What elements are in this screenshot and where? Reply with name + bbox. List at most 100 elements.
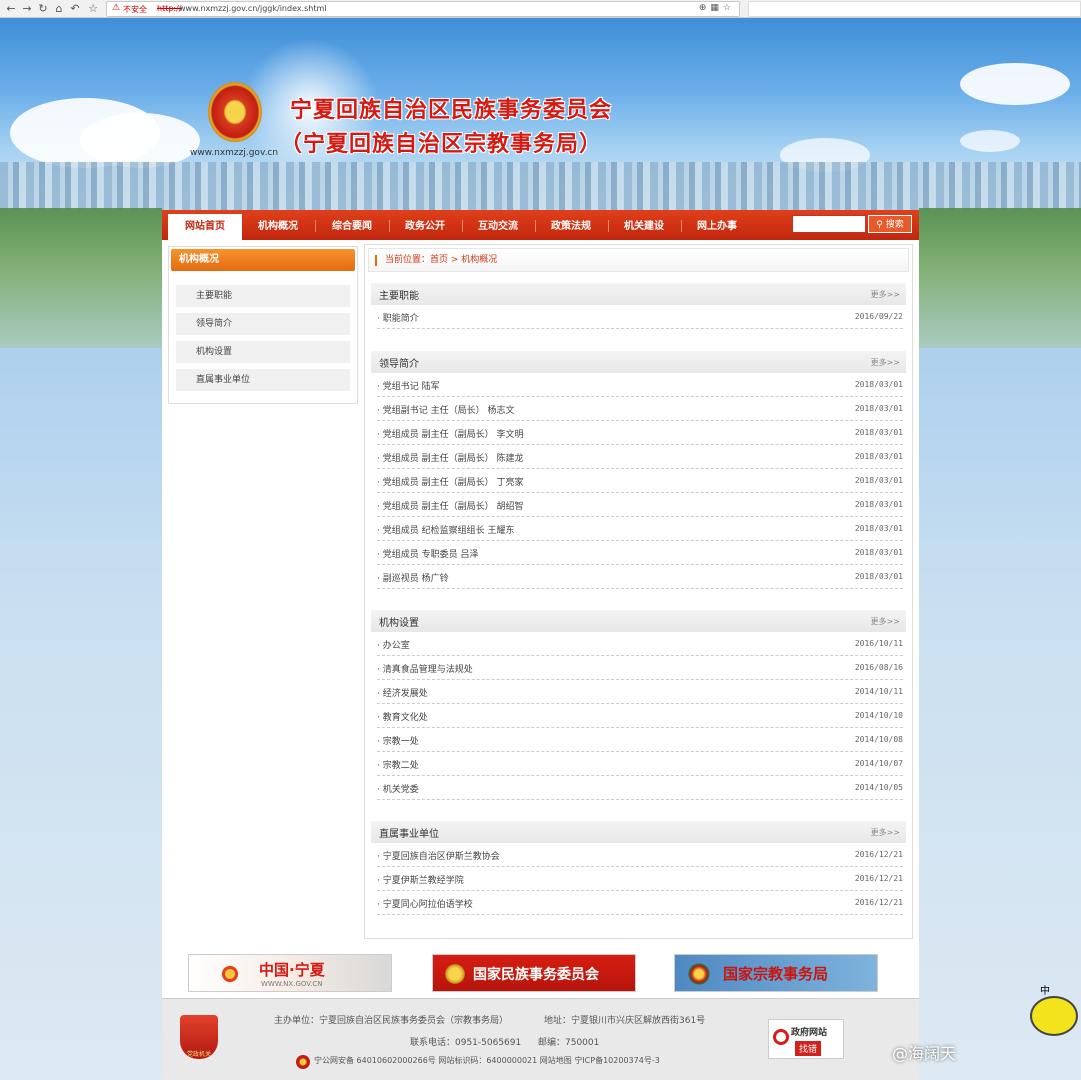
weibo-watermark: @海阔天	[892, 1044, 957, 1063]
party-govt-badge-icon[interactable]: 党政机关	[180, 1015, 218, 1059]
browser-side-box[interactable]	[748, 1, 1081, 17]
list-item[interactable]: 党组成员 副主任（副局长） 丁亮家 2018/03/01	[377, 469, 903, 493]
list-item[interactable]: 宁夏回族自治区伊斯兰教协会 2016/12/21	[377, 843, 903, 867]
more-link[interactable]: 更多>>	[871, 827, 900, 838]
list-item[interactable]: 清真食品管理与法规处 2016/08/16	[377, 656, 903, 680]
link-banner-nx-gov[interactable]: 中国·宁夏 WWW.NX.GOV.CN	[188, 954, 392, 992]
list-item-date: 2014/10/11	[854, 687, 903, 696]
footer-address: 地址：宁夏银川市兴庆区解放西街361号	[544, 1016, 706, 1026]
list-item-date: 2018/03/01	[854, 452, 903, 461]
nav-interaction[interactable]: 互动交流	[464, 210, 532, 240]
list-item[interactable]: 办公室 2016/10/11	[377, 632, 903, 656]
emblem-icon	[443, 962, 467, 986]
list-item-title[interactable]: 职能简介	[377, 311, 419, 324]
list-item-title[interactable]: 党组成员 专职委员 吕泽	[377, 547, 479, 560]
nav-home[interactable]: 网站首页	[168, 214, 242, 240]
nav-divider	[462, 220, 463, 232]
list-item[interactable]: 副巡视员 杨广铃 2018/03/01	[377, 565, 903, 589]
list-item-date: 2014/10/07	[854, 759, 903, 768]
reload-icon[interactable]: ↻	[36, 2, 50, 16]
list-item-title[interactable]: 宁夏伊斯兰教经学院	[377, 873, 464, 886]
list-item[interactable]: 宁夏同心阿拉伯语学校 2016/12/21	[377, 891, 903, 915]
nav-organ-building[interactable]: 机关建设	[610, 210, 678, 240]
search-button[interactable]: ⚲ 搜索	[868, 215, 912, 233]
sara-logo-icon	[687, 962, 711, 986]
list-item-title[interactable]: 党组成员 纪检监察组组长 王耀东	[377, 523, 515, 536]
list-item-title[interactable]: 清真食品管理与法规处	[377, 662, 473, 675]
list-item[interactable]: 教育文化处 2014/10/10	[377, 704, 903, 728]
list-item-title[interactable]: 宗教一处	[377, 734, 419, 747]
sidebar-item-leaders[interactable]: 领导简介	[176, 313, 350, 335]
link-banner-title: 中国·宁夏	[259, 961, 325, 979]
sidebar-item-affiliated[interactable]: 直属事业单位	[176, 369, 350, 391]
section-header: 主要职能 更多>>	[371, 283, 906, 305]
list-item-date: 2016/12/21	[854, 874, 903, 883]
browser-toolbar: ← → ↻ ⌂ ↶ ☆ ⚠ 不安全 http:// www.nxmzzj.gov…	[0, 0, 1081, 18]
list-item[interactable]: 党组副书记 主任（局长） 杨志文 2018/03/01	[377, 397, 903, 421]
undo-icon[interactable]: ↶	[68, 2, 82, 16]
bookmark-star-icon[interactable]: ☆	[86, 2, 100, 16]
list-item[interactable]: 党组成员 副主任（副局长） 胡绍智 2018/03/01	[377, 493, 903, 517]
list-item[interactable]: 党组成员 专职委员 吕泽 2018/03/01	[377, 541, 903, 565]
list-item[interactable]: 宁夏伊斯兰教经学院 2016/12/21	[377, 867, 903, 891]
more-link[interactable]: 更多>>	[871, 357, 900, 368]
back-icon[interactable]: ←	[4, 2, 18, 16]
sidebar: 机构概况 主要职能 领导简介 机构设置 直属事业单位	[168, 246, 358, 404]
list-item[interactable]: 宗教一处 2014/10/08	[377, 728, 903, 752]
nav-online-service[interactable]: 网上办事	[683, 210, 751, 240]
list-item-date: 2018/03/01	[854, 500, 903, 509]
list-item-title[interactable]: 党组成员 副主任（副局长） 李文明	[377, 427, 524, 440]
list-item-date: 2018/03/01	[854, 524, 903, 533]
forward-icon[interactable]: →	[20, 2, 34, 16]
list-item[interactable]: 党组成员 纪检监察组组长 王耀东 2018/03/01	[377, 517, 903, 541]
gov-site-error-button[interactable]: 政府网站 找错	[768, 1019, 844, 1059]
list-item-title[interactable]: 党组成员 副主任（副局长） 胡绍智	[377, 499, 524, 512]
list-item[interactable]: 职能简介 2016/09/22	[377, 305, 903, 329]
address-bar[interactable]: ⚠ 不安全 http:// www.nxmzzj.gov.cn/jggk/ind…	[106, 1, 740, 17]
list-item-title[interactable]: 党组副书记 主任（局长） 杨志文	[377, 403, 515, 416]
list-item-title[interactable]: 党组成员 副主任（副局长） 丁亮家	[377, 475, 524, 488]
footer-registration: 宁公网安备 64010602000266号 网站标识码：6400000021 网…	[314, 1056, 660, 1065]
nav-divider	[315, 220, 316, 232]
list-item[interactable]: 党组书记 陆军 2018/03/01	[377, 373, 903, 397]
list-item-title[interactable]: 机关党委	[377, 782, 419, 795]
nav-public-affairs[interactable]: 政务公开	[391, 210, 459, 240]
nav-policies[interactable]: 政策法规	[537, 210, 605, 240]
sidebar-item-functions[interactable]: 主要职能	[176, 285, 350, 307]
list-item-date: 2018/03/01	[854, 572, 903, 581]
landscape-right	[919, 208, 1081, 348]
nav-news[interactable]: 综合要闻	[318, 210, 386, 240]
nav-divider	[681, 220, 682, 232]
search-input[interactable]	[792, 215, 866, 233]
city-skyline	[0, 162, 1081, 210]
list-item-title[interactable]: 宁夏同心阿拉伯语学校	[377, 897, 473, 910]
list-item[interactable]: 经济发展处 2014/10/11	[377, 680, 903, 704]
sidebar-item-structure[interactable]: 机构设置	[176, 341, 350, 363]
link-banner-seac[interactable]: 国家民族事务委员会	[432, 954, 636, 992]
footer-zip: 邮编：750001	[538, 1038, 600, 1048]
list-item-title[interactable]: 经济发展处	[377, 686, 428, 699]
list-item[interactable]: 机关党委 2014/10/05	[377, 776, 903, 800]
nav-divider	[608, 220, 609, 232]
nav-about[interactable]: 机构概况	[244, 210, 312, 240]
list-item[interactable]: 党组成员 副主任（副局长） 陈建龙 2018/03/01	[377, 445, 903, 469]
list-item[interactable]: 宗教二处 2014/10/07	[377, 752, 903, 776]
section-functions: 主要职能 更多>> 职能简介 2016/09/22	[371, 283, 906, 331]
list-item-title[interactable]: 办公室	[377, 638, 410, 651]
list-item-title[interactable]: 党组成员 副主任（副局长） 陈建龙	[377, 451, 524, 464]
list-item-title[interactable]: 宗教二处	[377, 758, 419, 771]
address-bar-icons[interactable]: ⊕▦☆	[699, 3, 735, 13]
list-item-date: 2018/03/01	[854, 404, 903, 413]
list-item-date: 2016/10/11	[854, 639, 903, 648]
list-item-title[interactable]: 教育文化处	[377, 710, 428, 723]
more-link[interactable]: 更多>>	[871, 616, 900, 627]
list-item-title[interactable]: 党组书记 陆军	[377, 379, 440, 392]
home-icon[interactable]: ⌂	[52, 2, 66, 16]
more-link[interactable]: 更多>>	[871, 289, 900, 300]
list-item-title[interactable]: 宁夏回族自治区伊斯兰教协会	[377, 849, 500, 862]
list-item-title[interactable]: 副巡视员 杨广铃	[377, 571, 449, 584]
section-title: 机构设置	[379, 618, 419, 629]
list-item[interactable]: 党组成员 副主任（副局长） 李文明 2018/03/01	[377, 421, 903, 445]
link-banner-title: 国家民族事务委员会	[473, 967, 599, 983]
link-banner-sara[interactable]: 国家宗教事务局	[674, 954, 878, 992]
